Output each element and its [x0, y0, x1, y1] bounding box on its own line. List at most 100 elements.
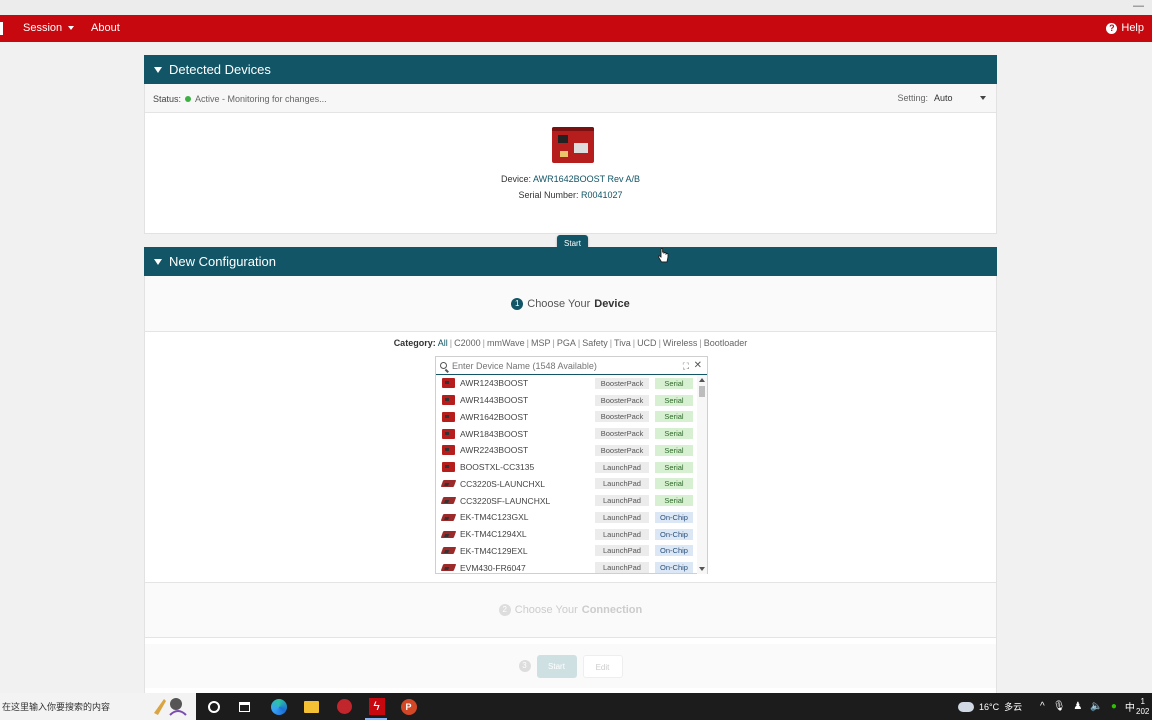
taskbar-search-box[interactable]: 在这里输入你要搜索的内容 — [0, 693, 196, 720]
device-list-item[interactable]: EVM430-FR6047 LaunchPad On-Chip — [436, 559, 699, 574]
powerpoint-icon[interactable]: P — [400, 698, 417, 715]
cortana-icon[interactable] — [205, 698, 222, 715]
device-list-item[interactable]: AWR1642BOOST BoosterPack Serial — [436, 409, 699, 426]
board-thumbnail-icon — [440, 547, 457, 555]
category-c2000[interactable]: C2000 — [454, 338, 481, 348]
device-kind-badge: LaunchPad — [595, 545, 649, 557]
device-kind-badge: BoosterPack — [595, 428, 649, 440]
status-dot-icon — [185, 96, 192, 102]
connection-type-badge: Serial — [655, 411, 693, 423]
task-view-icon[interactable] — [236, 698, 253, 715]
device-kind-badge: LaunchPad — [595, 511, 649, 523]
device-list-box: ⛶ ✕ AWR1243BOOSTBoosterPackSerialAWR1443… — [435, 356, 708, 574]
clock-date: 202 — [1136, 706, 1150, 716]
device-search-row: ⛶ ✕ — [436, 357, 707, 375]
device-list-item[interactable]: AWR2243BOOST BoosterPack Serial — [436, 442, 699, 459]
serial-info: Serial Number: R0041027 — [145, 190, 996, 200]
weather-widget[interactable]: 16°C 多云 — [956, 693, 1022, 720]
device-kind-badge: BoosterPack — [595, 377, 649, 389]
chevron-up-icon[interactable]: ^ — [1040, 701, 1045, 712]
scroll-thumb[interactable] — [699, 386, 705, 397]
category-separator: | — [526, 338, 529, 348]
ti-app-icon[interactable]: ϟ — [368, 698, 385, 715]
serial-label: Serial Number: — [518, 190, 579, 200]
device-list-item[interactable]: EK-TM4C129EXL LaunchPad On-Chip — [436, 543, 699, 560]
detected-devices-body: Status: Active - Monitoring for changes.… — [144, 84, 997, 253]
device-list-item[interactable]: EK-TM4C1294XL LaunchPad On-Chip — [436, 526, 699, 543]
taskbar: 在这里输入你要搜索的内容 ϟ P 16°C 多云 ^ 🎙 ♟ 🔈 ● 中 1 2… — [0, 693, 1152, 720]
device-name: AWR1443BOOST — [460, 395, 529, 406]
device-kind-badge: LaunchPad — [595, 461, 649, 473]
about-menu[interactable]: About — [91, 22, 120, 34]
board-thumbnail-icon — [440, 530, 457, 538]
device-list-item[interactable]: EK-TM4C123GXL LaunchPad On-Chip — [436, 509, 699, 526]
edge-browser-icon[interactable] — [270, 698, 287, 715]
device-list-item[interactable]: CC3220SF-LAUNCHXL LaunchPad Serial — [436, 492, 699, 509]
person-icon[interactable]: ♟ — [1073, 701, 1082, 712]
board-thumbnail-icon — [442, 445, 455, 456]
search-icon — [440, 362, 447, 369]
config-start-button[interactable]: Start — [536, 654, 577, 678]
device-name: AWR1843BOOST — [460, 428, 529, 439]
category-safety[interactable]: Safety — [582, 338, 608, 348]
new-configuration-header[interactable]: New Configuration — [144, 247, 997, 276]
menu-edge-icon[interactable] — [0, 22, 3, 35]
category-ucd[interactable]: UCD — [637, 338, 657, 348]
connection-type-badge: On-Chip — [655, 562, 693, 574]
device-list-scrollbar[interactable] — [697, 375, 707, 574]
board-thumbnail-icon — [440, 480, 457, 488]
device-search-input[interactable] — [452, 360, 677, 371]
weather-temp: 16°C — [979, 701, 1000, 712]
board-thumbnail-icon — [440, 513, 457, 521]
connection-type-badge: Serial — [655, 461, 693, 473]
device-name: EK-TM4C123GXL — [460, 512, 529, 523]
device-list-item[interactable]: AWR1243BOOST BoosterPack Serial — [436, 375, 699, 392]
device-list-item[interactable]: CC3220S-LAUNCHXL LaunchPad Serial — [436, 476, 699, 493]
device-list-item[interactable]: AWR1843BOOST BoosterPack Serial — [436, 425, 699, 442]
app-red-icon[interactable] — [336, 698, 353, 715]
device-list-item[interactable]: BOOSTXL-CC3135 LaunchPad Serial — [436, 459, 699, 476]
wechat-icon[interactable]: ● — [1111, 701, 1117, 712]
category-pga[interactable]: PGA — [557, 338, 576, 348]
status-indicator: Status: Active - Monitoring for changes.… — [153, 94, 327, 104]
step-number-badge: 1 — [511, 297, 524, 310]
category-separator: | — [482, 338, 485, 348]
config-edit-button[interactable]: Edit — [582, 654, 623, 678]
device-kind-badge: BoosterPack — [595, 444, 649, 456]
step-title: Device — [594, 297, 630, 310]
detected-devices-header[interactable]: Detected Devices — [144, 55, 997, 84]
clock[interactable]: 1 202 — [1136, 693, 1149, 720]
device-board-image — [552, 127, 594, 163]
weather-cloud-icon — [956, 696, 974, 712]
detected-devices-title: Detected Devices — [169, 62, 271, 77]
category-wireless[interactable]: Wireless — [663, 338, 698, 348]
minimize-icon[interactable]: — — [1133, 0, 1144, 12]
device-name: BOOSTXL-CC3135 — [460, 462, 535, 473]
session-menu-label: Session — [23, 22, 63, 34]
new-configuration-title: New Configuration — [169, 254, 276, 269]
device-list-item[interactable]: AWR1443BOOST BoosterPack Serial — [436, 392, 699, 409]
scroll-down-icon[interactable] — [699, 567, 705, 571]
expand-icon[interactable]: ⛶ — [683, 361, 689, 372]
session-menu[interactable]: Session — [23, 22, 75, 34]
volume-icon[interactable]: 🔈 — [1090, 701, 1102, 712]
file-explorer-icon[interactable] — [303, 698, 320, 715]
hand-cursor-icon — [658, 248, 669, 263]
connection-type-badge: On-Chip — [655, 545, 693, 557]
ime-indicator[interactable]: 中 — [1125, 699, 1135, 714]
device-kind-badge: LaunchPad — [595, 562, 649, 574]
microphone-icon[interactable]: 🎙 — [1053, 701, 1066, 712]
category-msp[interactable]: MSP — [531, 338, 551, 348]
category-all[interactable]: All — [438, 338, 448, 348]
help-button[interactable]: ? Help — [1106, 22, 1144, 34]
setting-dropdown[interactable]: Auto — [934, 93, 986, 103]
category-tiva[interactable]: Tiva — [614, 338, 631, 348]
category-mmwave[interactable]: mmWave — [487, 338, 525, 348]
scroll-up-icon[interactable] — [699, 378, 705, 382]
device-value: AWR1642BOOST Rev A/B — [532, 174, 641, 184]
category-separator: | — [552, 338, 555, 348]
connection-type-badge: On-Chip — [655, 528, 693, 540]
close-icon[interactable]: ✕ — [694, 360, 702, 371]
device-name: CC3220SF-LAUNCHXL — [460, 495, 551, 506]
category-bootloader[interactable]: Bootloader — [704, 338, 748, 348]
